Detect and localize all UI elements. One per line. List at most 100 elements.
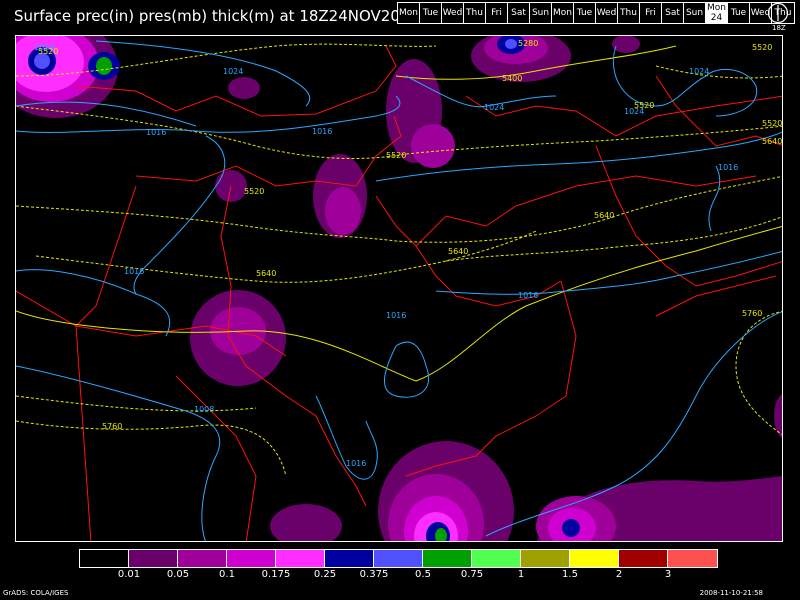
thickness-label: 5520 [38,47,58,56]
legend-swatch [668,550,717,567]
thickness-line [16,420,287,477]
legend-tick: 0.5 [415,569,431,580]
legend-tick: 0.175 [261,569,291,580]
precip-color-legend [79,549,718,568]
legend-tick: 2 [615,569,623,580]
border-line [75,325,92,541]
legend-tick: 0.375 [359,569,389,580]
precip-area [96,57,112,75]
isobar-label: 1024 [689,67,709,76]
thickness-label: 5640 [594,211,614,220]
legend-tick: 3 [664,569,672,580]
footer-timestamp: 2008-11-10-21:58 [699,589,763,597]
chart-title: Surface prec(in) pres(mb) thick(m) at 18… [14,7,419,25]
clock-icon [767,2,789,24]
isobar-label: 1024 [484,103,504,112]
legend-swatch [423,550,472,567]
thickness-label: 5760 [742,309,762,318]
precip-area [325,187,361,235]
isobar-label: 1016 [312,127,332,136]
precip-area [562,519,580,537]
day-cell: Wed [442,3,464,23]
day-cell: Mon [398,3,420,23]
thickness-line [16,395,257,412]
thickness-label: 5760 [102,422,122,431]
thickness-line [655,65,782,79]
precipitation-areas [16,36,782,541]
legend-tick: 0.1 [219,569,235,580]
isobar-label: 1016 [124,267,144,276]
day-cell: Thu [618,3,640,23]
day-label: Mon [707,3,726,13]
map-canvas: 1024 1016 1024 1016 1016 1016 1016 1008 … [16,36,782,541]
legend-tick: 1 [517,569,525,580]
legend-swatch [276,550,325,567]
thickness-line [445,216,782,262]
day-cell: Fri [640,3,662,23]
isobar-label: 1016 [386,311,406,320]
isobar-label: 1016 [146,128,166,137]
forecast-day-strip: Mon Tue Wed Thu Fri Sat Sun Mon Tue Wed Thu Fri Sat S… [397,2,795,24]
day-cell: Wed [596,3,618,23]
isobar-label: 1016 [346,459,366,468]
legend-swatch [325,550,374,567]
thickness-label: 5280 [518,39,538,48]
isobar-line [95,40,311,107]
day-cell: Sun [530,3,552,23]
precip-area [612,36,640,53]
legend-swatch [80,550,129,567]
legend-tick: 1.5 [562,569,578,580]
thickness-line [35,230,537,283]
day-cell: Sat [662,3,684,23]
thickness-label: 5400 [502,74,522,83]
day-cell: Sun [684,3,706,23]
thickness-label: 5640 [762,137,782,146]
border-line [175,375,257,541]
legend-swatch [129,550,178,567]
border-line [415,175,757,247]
border-line [375,195,562,307]
footer-software: GrADS: COLA/IGES [3,589,69,597]
day-cell: Thu [464,3,486,23]
border-line [75,185,137,327]
legend-tick: 0.75 [460,569,484,580]
isobar-line [16,365,221,541]
isobar-label: 1008 [194,405,214,414]
isobar-line [383,341,430,398]
precip-area [270,504,342,541]
isobar-label: 1016 [518,291,538,300]
legend-swatch [178,550,227,567]
legend-tick: 0.01 [117,569,141,580]
day-cell: Tue [420,3,442,23]
day-cell: Sat [508,3,530,23]
legend-swatch [472,550,521,567]
thickness-line [16,226,782,382]
precip-area [228,77,260,99]
thickness-label: 5640 [256,269,276,278]
legend-tick-labels: 0.01 0.05 0.1 0.175 0.25 0.375 0.5 0.75 1 1.5 2 3 [0,569,800,583]
clock-label: 18Z [772,24,786,32]
day-cell: Tue [574,3,596,23]
precip-area [505,39,517,49]
isobar-label: 1016 [718,163,738,172]
legend-swatch [521,550,570,567]
day-cell: Fri [486,3,508,23]
thickness-line [16,175,782,243]
legend-tick: 0.25 [313,569,337,580]
border-line [655,75,782,147]
legend-swatch [570,550,619,567]
legend-swatch [374,550,423,567]
legend-tick: 0.05 [166,569,190,580]
weather-map: 1024 1016 1024 1016 1016 1016 1016 1008 … [15,35,783,542]
thickness-label: 5520 [244,187,264,196]
legend-swatch [619,550,668,567]
thickness-label: 5520 [386,151,406,160]
isobar-label: 1024 [223,67,243,76]
legend-swatch [227,550,276,567]
border-line [465,95,782,137]
thickness-label: 5640 [448,247,468,256]
day-cell: Mon [552,3,574,23]
thickness-label: 5520 [752,43,772,52]
current-day-number: 24 [710,13,723,23]
isobar-line [708,165,721,232]
